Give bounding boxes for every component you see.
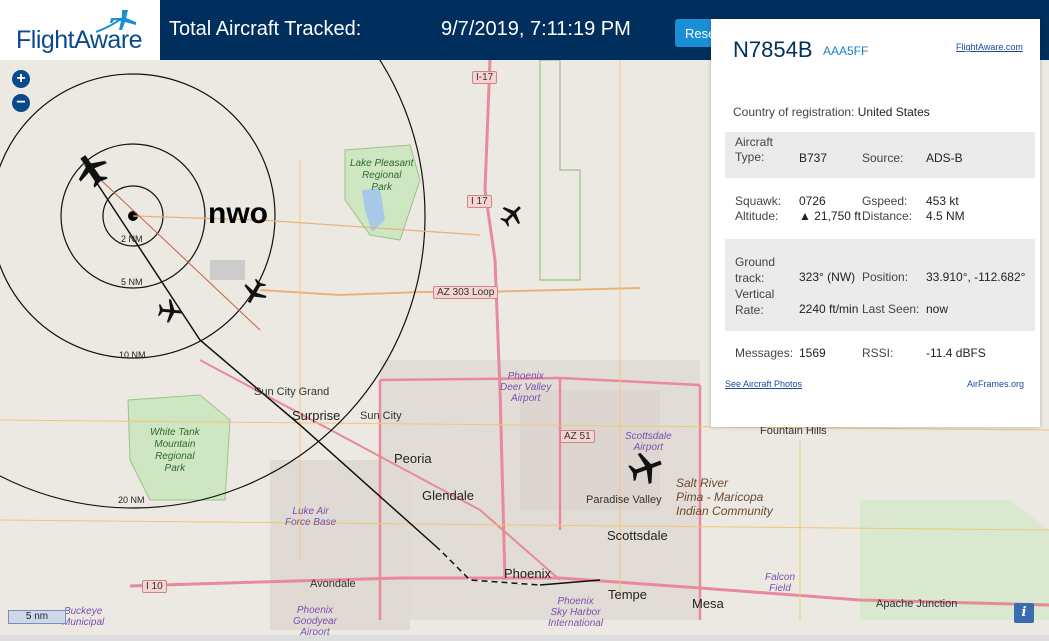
- logo-text: FlightAware: [16, 26, 143, 54]
- place-salt-river: Salt River Pima - Maricopa Indian Commun…: [676, 476, 773, 518]
- distance-label: Distance:: [862, 209, 913, 223]
- ring-label-10nm: 10 NM: [119, 350, 146, 360]
- vrate-label: Vertical Rate:: [735, 287, 775, 317]
- place-white-tank: White Tank Mountain Regional Park: [150, 427, 200, 474]
- aircraft-icon[interactable]: [240, 278, 270, 306]
- source-label: Source:: [862, 151, 904, 165]
- place-goodyear: Phoenix Goodyear Airport: [293, 605, 337, 638]
- ring-label-2nm: 2 NM: [121, 234, 143, 244]
- place-sun-city-grand: Sun City Grand: [254, 386, 330, 398]
- lastseen-value: now: [926, 302, 949, 316]
- horizontal-scrollbar[interactable]: [0, 635, 1049, 641]
- track-row: Ground track: 323° (NW) Position: 33.910…: [725, 239, 1035, 331]
- info-button[interactable]: i: [1014, 603, 1034, 623]
- place-falcon-field: Falcon Field: [765, 572, 796, 594]
- place-scottsdale: Scottsdale: [607, 528, 668, 543]
- place-phoenix: Phoenix: [504, 566, 551, 581]
- altitude-label: Altitude:: [735, 209, 779, 223]
- place-glendale: Glendale: [422, 488, 475, 503]
- aircraft-icon[interactable]: [498, 202, 526, 228]
- gspeed-value: 453 kt: [926, 194, 959, 208]
- tracked-label: Total Aircraft Tracked:: [169, 18, 362, 40]
- shield-az51: AZ 51: [560, 430, 595, 443]
- aircraft-icon[interactable]: [155, 298, 185, 324]
- shield-az303: AZ 303 Loop: [433, 286, 499, 299]
- country-value: United States: [857, 105, 930, 119]
- altitude-value: ▲ 21,750 ft: [799, 209, 861, 223]
- squawk-label: Squawk:: [735, 194, 782, 208]
- aircraft-type-label: Aircraft Type:: [735, 135, 774, 164]
- aircraft-type-value: B737: [799, 151, 828, 165]
- rssi-value: -11.4 dBFS: [926, 346, 986, 360]
- country-row: Country of registration: United States: [733, 105, 930, 119]
- flightaware-logo[interactable]: FlightAware: [0, 0, 160, 60]
- aircraft-info-panel: N7854B AAA5FF FlightAware.com Country of…: [711, 19, 1040, 427]
- zoom-out-button[interactable]: −: [12, 94, 30, 112]
- place-peoria: Peoria: [394, 451, 432, 466]
- rssi-label: RSSI:: [862, 346, 894, 360]
- messages-row: Messages: 1569 RSSI: -11.4 dBFS: [725, 337, 1035, 365]
- aircraft-photos-link[interactable]: See Aircraft Photos: [725, 379, 802, 389]
- position-value: 33.910°, -112.682°: [926, 270, 1026, 284]
- range-line: [132, 215, 481, 236]
- zoom-in-button[interactable]: +: [12, 70, 30, 88]
- place-apache-junction: Apache Junction: [876, 598, 958, 610]
- datetime: 9/7/2019, 7:11:19 PM: [441, 18, 631, 40]
- urban-area: [270, 460, 410, 630]
- country-label: Country of registration:: [733, 105, 855, 119]
- gray-area: [210, 260, 245, 280]
- flightaware-link[interactable]: FlightAware.com: [956, 42, 1023, 52]
- airframes-link[interactable]: AirFrames.org: [967, 379, 1024, 389]
- place-scottsdale-airport: Scottsdale Airport: [625, 431, 672, 453]
- messages-label: Messages:: [735, 346, 794, 360]
- selected-aircraft-icon[interactable]: [72, 152, 112, 188]
- position-label: Position:: [862, 270, 909, 284]
- shield-i10: I 10: [142, 580, 167, 593]
- gspeed-label: Gspeed:: [862, 194, 908, 208]
- ring-label-5nm: 5 NM: [121, 277, 143, 287]
- track-label: Ground track:: [735, 255, 776, 285]
- place-deer-valley: Phoenix Deer Valley Airport: [500, 371, 552, 404]
- place-lake-pleasant: Lake Pleasant Regional Park: [350, 158, 414, 193]
- squawk-row: Squawk: 0726 Gspeed: 453 kt Altitude: ▲ …: [725, 184, 1035, 232]
- place-luke-afb: Luke Air Force Base: [285, 506, 337, 528]
- scale-bar: 5 nm: [8, 610, 66, 624]
- place-surprise: Surprise: [292, 408, 341, 423]
- lastseen-label: Last Seen:: [862, 302, 920, 316]
- ring-label-20nm: 20 NM: [118, 495, 145, 505]
- place-tempe: Tempe: [608, 587, 648, 602]
- place-mesa: Mesa: [692, 596, 724, 611]
- source-value: ADS-B: [926, 151, 963, 165]
- shield-i17: I 17: [467, 195, 492, 208]
- place-avondale: Avondale: [310, 578, 356, 590]
- vrate-value: 2240 ft/min: [799, 302, 859, 316]
- shield-i17-top: I-17: [472, 71, 498, 84]
- nwo-annotation: nwo: [208, 197, 268, 230]
- place-sky-harbor: Phoenix Sky Harbor International: [548, 596, 604, 629]
- aircraft-type-row: Aircraft Type: B737 Source: ADS-B: [725, 132, 1035, 178]
- squawk-value: 0726: [799, 194, 826, 208]
- distance-value: 4.5 NM: [926, 209, 965, 223]
- place-buckeye: Buckeye Municipal: [62, 606, 105, 628]
- park-boundary: [539, 60, 581, 281]
- place-sun-city: Sun City: [360, 410, 402, 422]
- place-paradise-valley: Paradise Valley: [586, 494, 662, 506]
- icao-hex-link[interactable]: AAA5FF: [823, 44, 868, 58]
- aircraft-icon[interactable]: [626, 450, 666, 486]
- track-value: 323° (NW): [799, 270, 856, 284]
- messages-value: 1569: [799, 346, 826, 360]
- registration: N7854B: [733, 37, 813, 62]
